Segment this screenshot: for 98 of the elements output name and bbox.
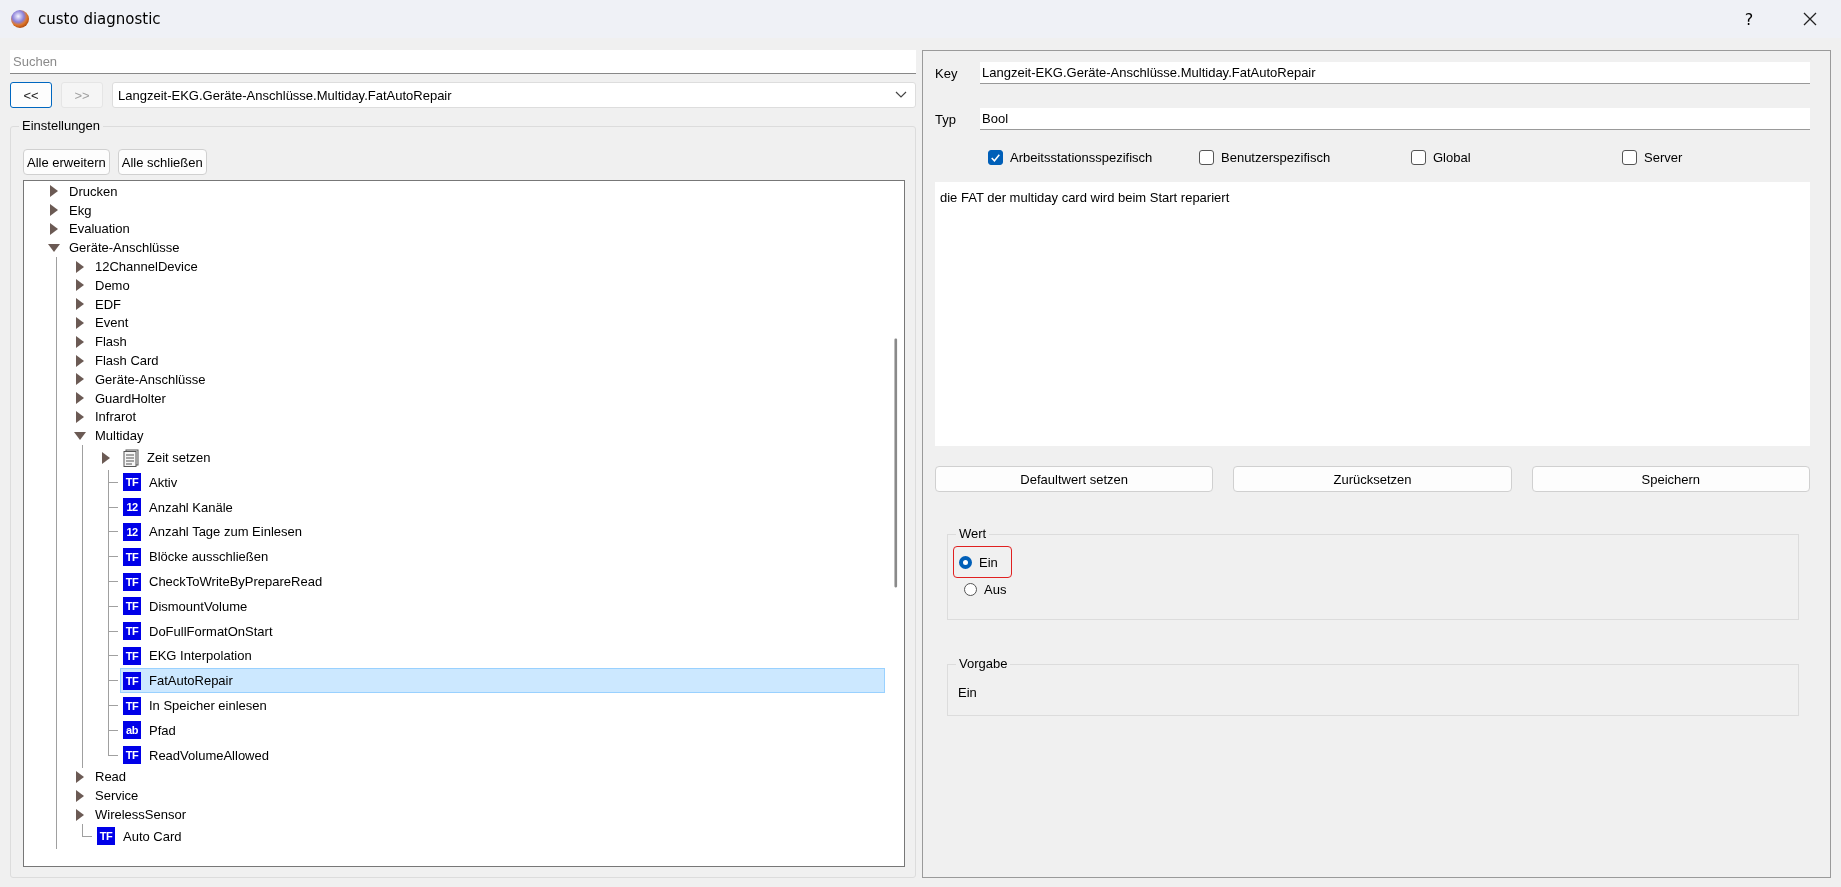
radio-button[interactable]	[964, 582, 977, 596]
tree-item[interactable]: Event	[94, 313, 887, 333]
setting-type-icon: 12	[123, 522, 141, 541]
expand-caret-icon[interactable]	[48, 204, 60, 217]
action-button[interactable]: Speichern	[1531, 466, 1810, 492]
tree-item[interactable]: TF DoFullFormatOnStart	[120, 618, 887, 644]
expand-caret-icon[interactable]	[100, 451, 112, 464]
group-title: Wert	[956, 526, 990, 541]
setting-type-icon: TF	[123, 671, 141, 690]
checkbox-label: Arbeitsstationsspezifisch	[1010, 149, 1153, 165]
tree-item[interactable]: Geräte-Anschlüsse	[94, 369, 887, 389]
tree-item[interactable]: Zeit setzen	[120, 445, 887, 470]
expand-caret-icon[interactable]	[48, 185, 60, 198]
checkbox[interactable]	[1199, 149, 1214, 165]
checkbox-label: Global	[1433, 149, 1471, 165]
key-field[interactable]: Langzeit-EKG.Geräte-Anschlüsse.Multiday.FatAutoRepair	[980, 62, 1810, 84]
setting-type-icon: TF	[123, 622, 141, 641]
tree-item[interactable]: Read	[94, 767, 887, 787]
tree-item[interactable]: TF Aktiv	[120, 469, 887, 495]
expand-caret-icon[interactable]	[74, 298, 86, 311]
tree-item[interactable]: Geräte-Anschlüsse	[68, 238, 887, 258]
tree-action-button[interactable]: Alle schließen	[117, 149, 207, 175]
group-title: Vorgabe	[956, 656, 1011, 671]
radio-option[interactable]: Aus	[958, 576, 1015, 602]
tree-item[interactable]: Infrarot	[94, 407, 887, 427]
setting-type-icon: 12	[123, 498, 141, 517]
tree-item[interactable]: 12 Anzahl Tage zum Einlesen	[120, 519, 887, 545]
radio-option[interactable]: Ein	[953, 546, 1012, 578]
expand-caret-icon[interactable]	[74, 279, 86, 292]
tree-item[interactable]: GuardHolter	[94, 388, 887, 408]
expand-caret-icon[interactable]	[74, 410, 86, 423]
type-field[interactable]: Bool	[980, 108, 1810, 130]
help-button[interactable]: ?	[1729, 8, 1769, 30]
tree-item[interactable]: Ekg	[68, 200, 887, 220]
tree-item[interactable]: TF DismountVolume	[120, 593, 887, 619]
tree-item[interactable]: Demo	[94, 276, 887, 295]
tree-item[interactable]: TF FatAutoRepair	[120, 668, 885, 694]
setting-type-icon: TF	[123, 572, 141, 591]
tree-item[interactable]: Evaluation	[68, 219, 887, 239]
chevron-down-icon	[895, 91, 907, 99]
setting-type-icon: TF	[123, 646, 141, 665]
tree-item[interactable]: TF ReadVolumeAllowed	[120, 742, 887, 768]
tree-item[interactable]: EDF	[94, 294, 887, 314]
type-label: Typ	[935, 111, 957, 127]
tree-item[interactable]: TF Auto Card	[94, 823, 887, 849]
tree-item[interactable]: TF Blöcke ausschließen	[120, 544, 887, 570]
action-button[interactable]: Zurücksetzen	[1233, 466, 1512, 492]
expand-caret-icon[interactable]	[74, 354, 86, 367]
key-label: Key	[935, 65, 959, 81]
expand-caret-icon[interactable]	[74, 373, 86, 386]
checkbox[interactable]	[1622, 149, 1637, 165]
expand-caret-icon[interactable]	[74, 316, 86, 329]
tree-item[interactable]: TF In Speicher einlesen	[120, 693, 887, 718]
expand-caret-icon[interactable]	[48, 223, 60, 235]
expand-caret-icon[interactable]	[74, 808, 86, 821]
tree-action-button[interactable]: Alle erweitern	[23, 149, 110, 175]
app-logo-icon	[10, 9, 30, 29]
tree-item[interactable]: Drucken	[68, 182, 887, 201]
expand-caret-icon[interactable]	[74, 260, 86, 273]
description-text: die FAT der multiday card wird beim Start repariert	[940, 190, 1230, 205]
setting-type-icon: TF	[97, 827, 115, 846]
checkbox-label: Benutzerspezifisch	[1221, 149, 1331, 165]
expand-caret-icon[interactable]	[74, 770, 86, 783]
setting-type-icon: TF	[123, 547, 141, 566]
tree-item[interactable]: TF CheckToWriteByPrepareRead	[120, 569, 887, 594]
tree-item[interactable]: WirelessSensor	[94, 805, 887, 824]
setting-type-icon: TF	[123, 696, 141, 715]
checkbox[interactable]	[988, 149, 1003, 165]
default-value: Ein	[958, 685, 977, 700]
close-icon[interactable]	[1803, 12, 1817, 26]
setting-type-icon: TF	[123, 597, 141, 616]
expand-caret-icon[interactable]	[74, 429, 86, 442]
expand-caret-icon[interactable]	[74, 789, 86, 802]
setting-type-icon: TF	[123, 746, 141, 765]
checkbox[interactable]	[1411, 149, 1426, 165]
checkbox-label: Server	[1644, 149, 1683, 165]
tree-item[interactable]: Service	[94, 786, 887, 806]
tree-item[interactable]: Flash Card	[94, 351, 887, 370]
expand-caret-icon[interactable]	[48, 241, 60, 254]
tree-item[interactable]: Flash	[94, 332, 887, 352]
setting-type-icon: TF	[123, 473, 141, 492]
tree-item[interactable]: TF EKG Interpolation	[120, 643, 887, 669]
description-text-area[interactable]: die FAT der multiday card wird beim Start repariert	[935, 182, 1810, 446]
tree-item[interactable]: 12 Anzahl Kanäle	[120, 494, 887, 520]
tree-item[interactable]: ab Pfad	[120, 717, 887, 743]
path-dropdown[interactable]: Langzeit-EKG.Geräte-Anschlüsse.Multiday.FatAutoRepair	[112, 82, 916, 108]
window-title: custo diagnostic	[38, 10, 161, 28]
tree-item[interactable]: 12ChannelDevice	[94, 257, 887, 276]
group-title: Einstellungen	[19, 118, 104, 133]
radio-button[interactable]	[959, 555, 972, 569]
search-field[interactable]: Suchen	[10, 50, 916, 74]
document-icon	[123, 448, 139, 467]
expand-caret-icon[interactable]	[74, 335, 86, 348]
back-button[interactable]: <<	[10, 82, 52, 108]
setting-type-icon: ab	[123, 721, 141, 740]
expand-caret-icon[interactable]	[74, 392, 86, 405]
action-button[interactable]: Defaultwert setzen	[935, 466, 1214, 492]
tree-item[interactable]: Multiday	[94, 426, 887, 446]
